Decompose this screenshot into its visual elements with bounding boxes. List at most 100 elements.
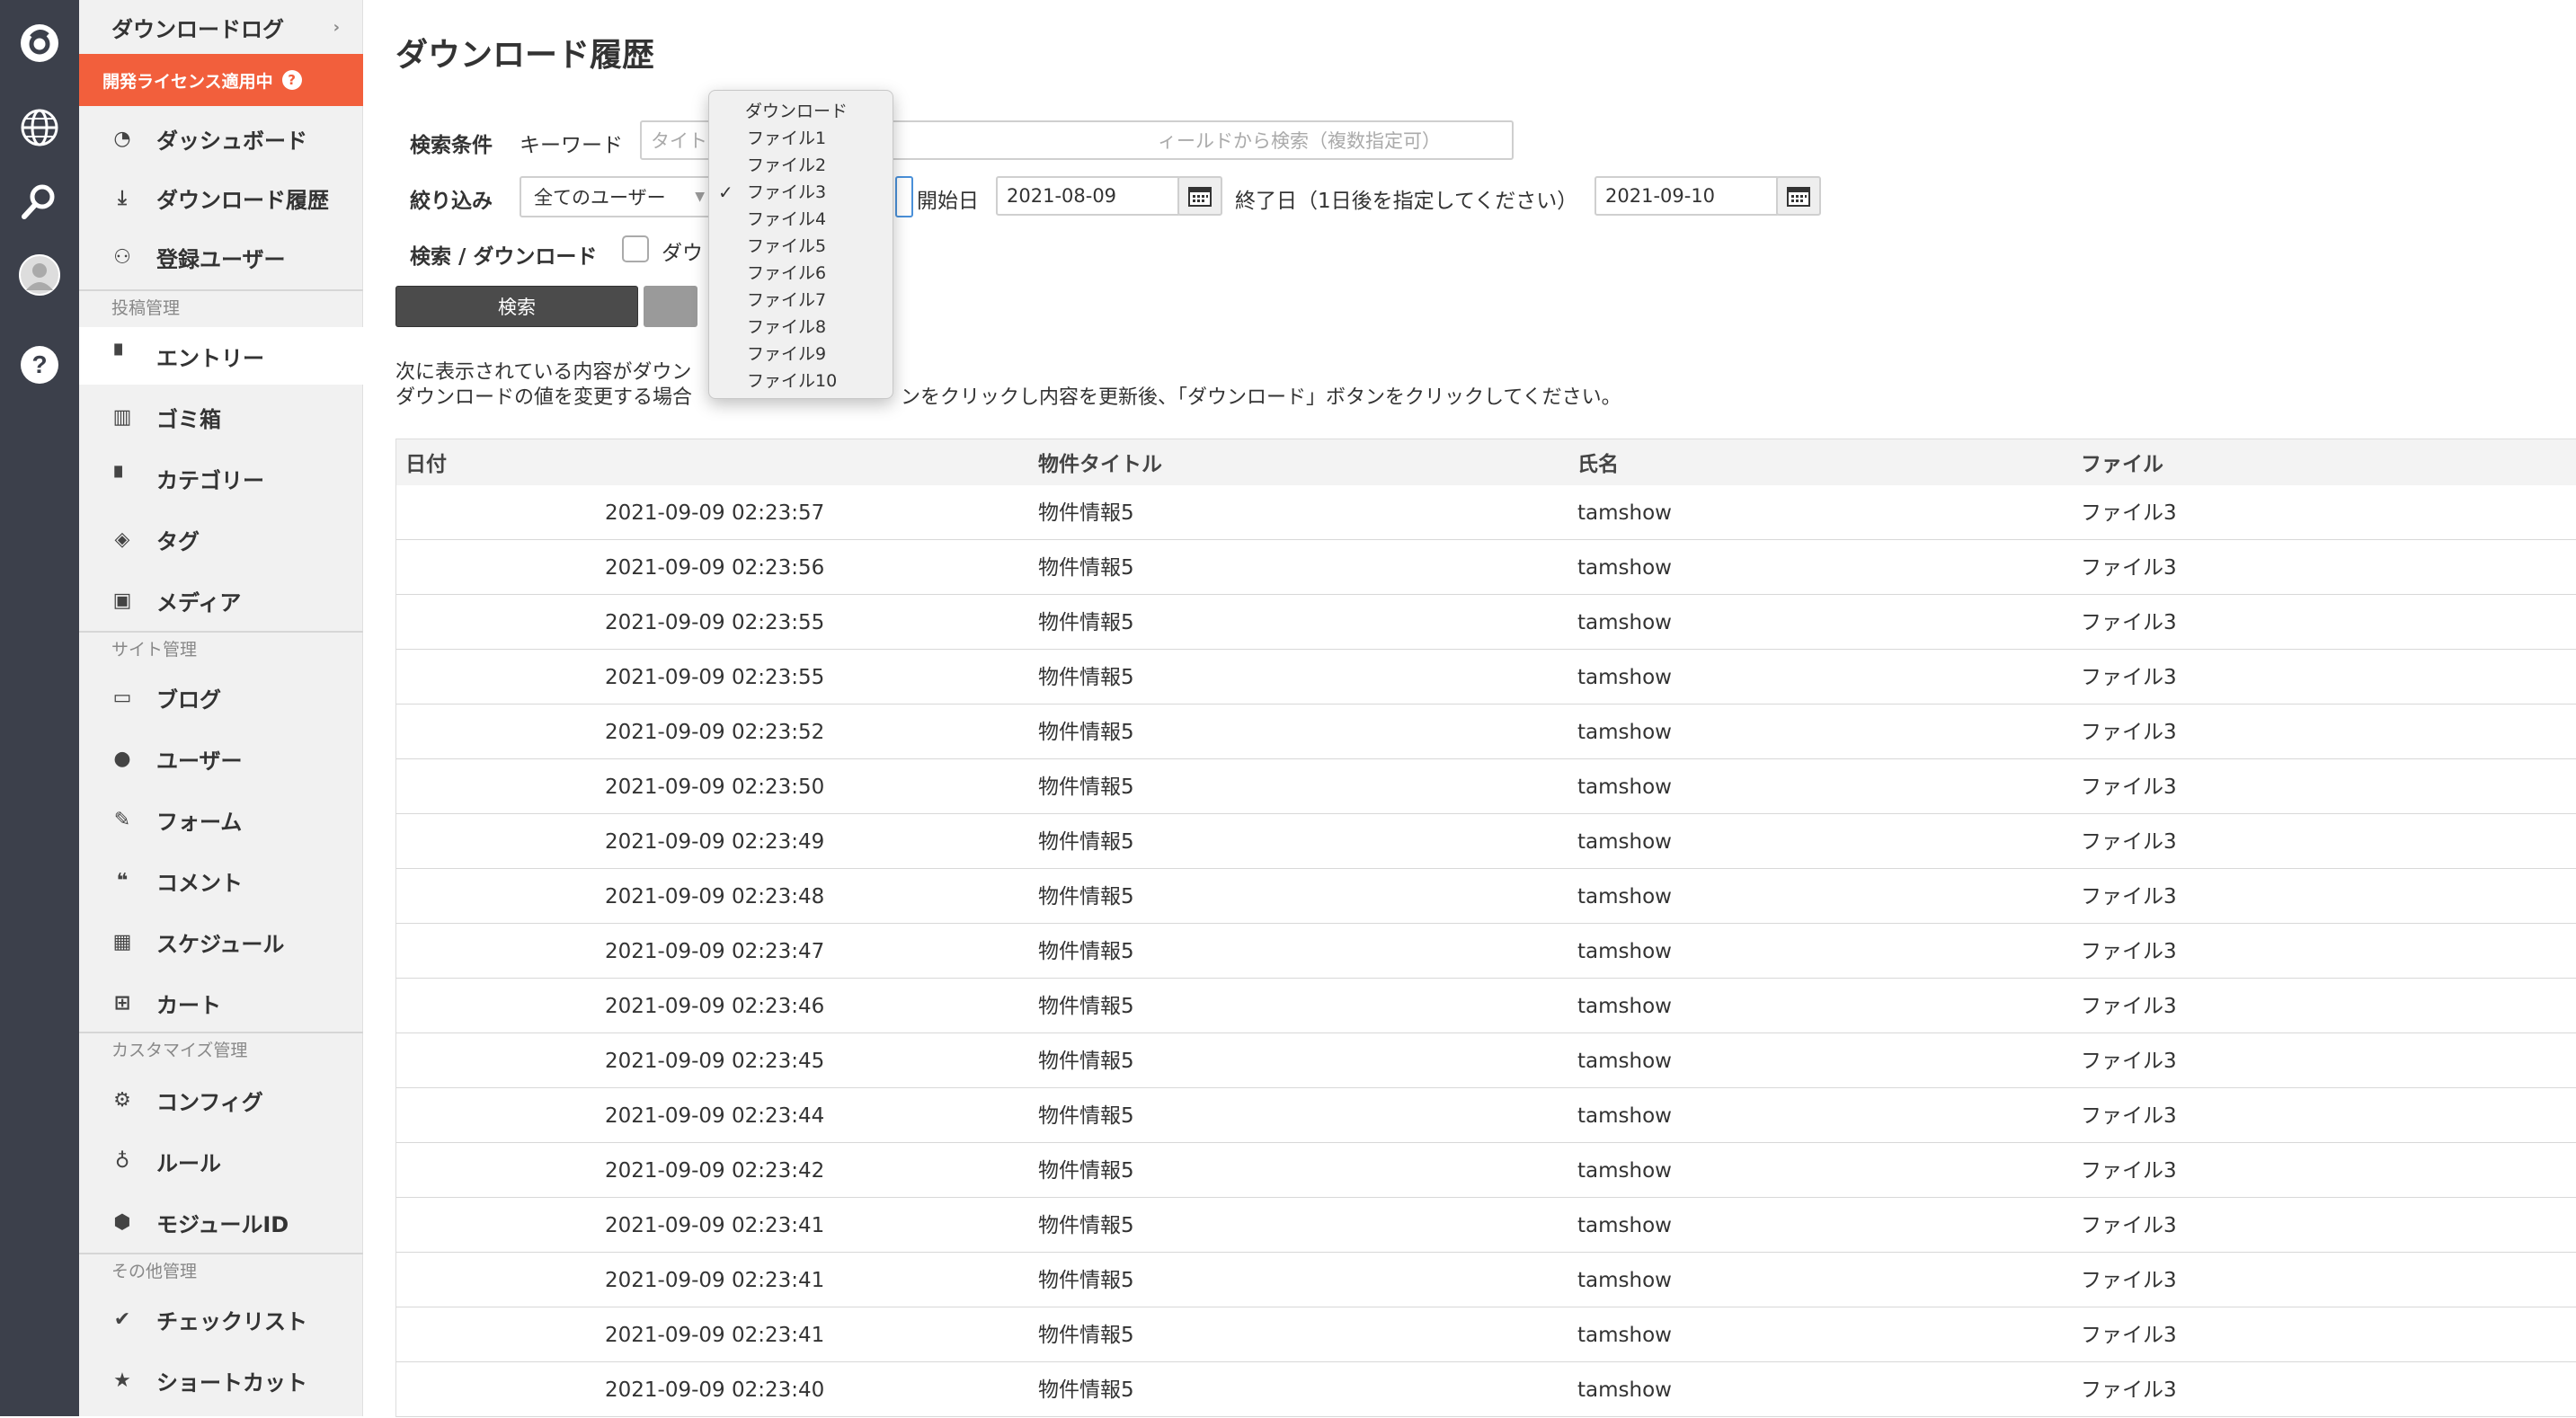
sidebar-item-media[interactable]: ▣ メディア — [79, 572, 363, 629]
cell-file: ファイル3 — [2081, 611, 2177, 634]
download-checkbox[interactable] — [622, 235, 649, 262]
cell-file: ファイル3 — [2081, 1050, 2177, 1073]
cell-file: ファイル3 — [2081, 885, 2177, 908]
cell-date: 2021-09-09 02:23:46 — [605, 995, 825, 1018]
sidebar-item-schedule[interactable]: ▦ スケジュール — [79, 913, 363, 970]
user-select-value: 全てのユーザー — [534, 187, 666, 208]
search-icon[interactable] — [18, 180, 61, 223]
cell-name: tamshow — [1577, 1104, 1672, 1128]
logo-icon[interactable] — [18, 22, 61, 65]
download-button[interactable] — [644, 286, 697, 327]
cell-title: 物件情報5 — [1038, 995, 1134, 1018]
user-add-icon: ⚇ — [113, 245, 131, 269]
sidebar-item-dashboard[interactable]: ◔ ダッシュボード — [79, 110, 363, 167]
dropdown-option[interactable]: ファイル9 — [709, 341, 893, 368]
table-row: 2021-09-09 02:23:55 物件情報5 tamshow ファイル3 — [395, 595, 2576, 650]
dropdown-option[interactable]: ファイル8 — [709, 314, 893, 341]
calendar-icon[interactable] — [1776, 176, 1821, 216]
dropdown-option[interactable]: ファイル4 — [709, 206, 893, 233]
start-date-value: 2021-08-09 — [1007, 185, 1117, 207]
sidebar-item-download-history[interactable]: ⤓ ダウンロード履歴 — [79, 169, 363, 226]
dropdown-option[interactable]: ✓ ファイル3 — [709, 179, 893, 206]
user-select[interactable]: 全てのユーザー ▼ — [520, 176, 717, 217]
note-line-2-right: ンをクリックし内容を更新後、「ダウンロード」ボタンをクリックしてください。 — [901, 386, 1621, 409]
cell-date: 2021-09-09 02:23:40 — [605, 1378, 825, 1402]
cell-date: 2021-09-09 02:23:55 — [605, 666, 825, 689]
sidebar-item-download-log[interactable]: ダウンロードログ › — [79, 0, 363, 54]
dropdown-option[interactable]: ファイル5 — [709, 233, 893, 260]
dropdown-option[interactable]: ファイル6 — [709, 260, 893, 287]
sidebar-item-rule[interactable]: ♁ ルール — [79, 1132, 363, 1190]
cell-file: ファイル3 — [2081, 1214, 2177, 1237]
sidebar-item-label: モジュールID — [156, 1211, 289, 1237]
sidebar-item-label: ショートカット — [156, 1369, 307, 1396]
cell-name: tamshow — [1577, 775, 1672, 799]
cell-file: ファイル3 — [2081, 666, 2177, 689]
main-content: ダウンロード履歴 検索条件 キーワード タイト ィールドから検索（複数指定可） … — [363, 0, 2576, 1417]
blog-icon: ▭ — [112, 686, 132, 709]
cell-date: 2021-09-09 02:23:45 — [605, 1050, 825, 1073]
sidebar-item-cart[interactable]: ⊞ カート — [79, 974, 363, 1032]
section-posts: 投稿管理 — [79, 289, 363, 323]
start-date-input[interactable]: 2021-08-09 — [996, 176, 1181, 216]
sidebar-item-tag[interactable]: ◈ タグ — [79, 510, 363, 568]
sidebar-item-shortcut[interactable]: ★ ショートカット — [79, 1352, 363, 1409]
dropdown-option[interactable]: ファイル1 — [709, 125, 893, 152]
search-download-label: 検索 / ダウンロード — [410, 245, 598, 269]
svg-text:?: ? — [31, 350, 47, 378]
sidebar-item-label: フォーム — [156, 809, 243, 835]
sidebar-item-blog[interactable]: ▭ ブログ — [79, 669, 363, 726]
cell-file: ファイル3 — [2081, 830, 2177, 854]
dashboard-icon: ◔ — [113, 127, 131, 150]
table-row: 2021-09-09 02:23:45 物件情報5 tamshow ファイル3 — [395, 1033, 2576, 1088]
sidebar-item-label: ルール — [156, 1150, 221, 1176]
cell-file: ファイル3 — [2081, 1159, 2177, 1183]
cell-name: tamshow — [1577, 611, 1672, 634]
sidebar-item-form[interactable]: ✎ フォーム — [79, 791, 363, 848]
file-select[interactable] — [895, 176, 913, 217]
dropdown-option[interactable]: ダウンロード — [709, 98, 893, 125]
trash-icon: ▥ — [112, 405, 132, 429]
cell-name: tamshow — [1577, 830, 1672, 854]
sidebar-item-comment[interactable]: ❝ コメント — [79, 852, 363, 909]
sidebar-item-entry[interactable]: ▘ エントリー — [79, 327, 363, 385]
section-other: その他管理 — [79, 1253, 363, 1287]
end-date-input[interactable]: 2021-09-10 — [1594, 176, 1780, 216]
cell-date: 2021-09-09 02:23:44 — [605, 1104, 825, 1128]
sidebar-item-registered-users[interactable]: ⚇ 登録ユーザー — [79, 228, 363, 286]
avatar[interactable] — [18, 253, 61, 297]
cell-title: 物件情報5 — [1038, 1104, 1134, 1128]
calendar-icon[interactable] — [1177, 176, 1222, 216]
dropdown-option[interactable]: ファイル7 — [709, 287, 893, 314]
sidebar-item-category[interactable]: ▘ カテゴリー — [79, 449, 363, 507]
search-button[interactable]: 検索 — [395, 286, 638, 327]
cell-date: 2021-09-09 02:23:57 — [605, 501, 825, 525]
user-icon: ● — [113, 747, 131, 770]
icon-rail: ? — [0, 0, 79, 1416]
dropdown-option[interactable]: ファイル2 — [709, 152, 893, 179]
cell-name: tamshow — [1577, 1159, 1672, 1183]
sidebar-item-label: エントリー — [156, 345, 264, 371]
sidebar-item-user[interactable]: ● ユーザー — [79, 730, 363, 787]
sidebar-item-module-id[interactable]: ⬢ モジュールID — [79, 1193, 363, 1251]
cell-file: ファイル3 — [2081, 1104, 2177, 1128]
start-date-label: 開始日 — [917, 190, 979, 213]
help-icon[interactable]: ? — [18, 343, 61, 386]
cell-title: 物件情報5 — [1038, 556, 1134, 580]
keyword-label: キーワード — [520, 134, 623, 157]
filter-label: 絞り込み — [410, 190, 493, 213]
keyword-placeholder-left: タイト — [651, 130, 707, 152]
help-icon[interactable]: ? — [281, 70, 302, 90]
cell-title: 物件情報5 — [1038, 666, 1134, 689]
globe-icon[interactable] — [18, 106, 61, 149]
sidebar-item-label: ダウンロードログ — [111, 16, 284, 42]
sidebar-item-checklist[interactable]: ✔ チェックリスト — [79, 1290, 363, 1348]
cell-file: ファイル3 — [2081, 501, 2177, 525]
sidebar-item-trash[interactable]: ▥ ゴミ箱 — [79, 388, 363, 446]
cell-title: 物件情報5 — [1038, 885, 1134, 908]
license-banner: 開発ライセンス適用中 ? — [79, 54, 363, 106]
cell-name: tamshow — [1577, 940, 1672, 963]
sidebar-item-config[interactable]: ⚙ コンフィグ — [79, 1071, 363, 1129]
category-icon: ▘ — [114, 466, 130, 490]
dropdown-option[interactable]: ファイル10 — [709, 368, 893, 394]
